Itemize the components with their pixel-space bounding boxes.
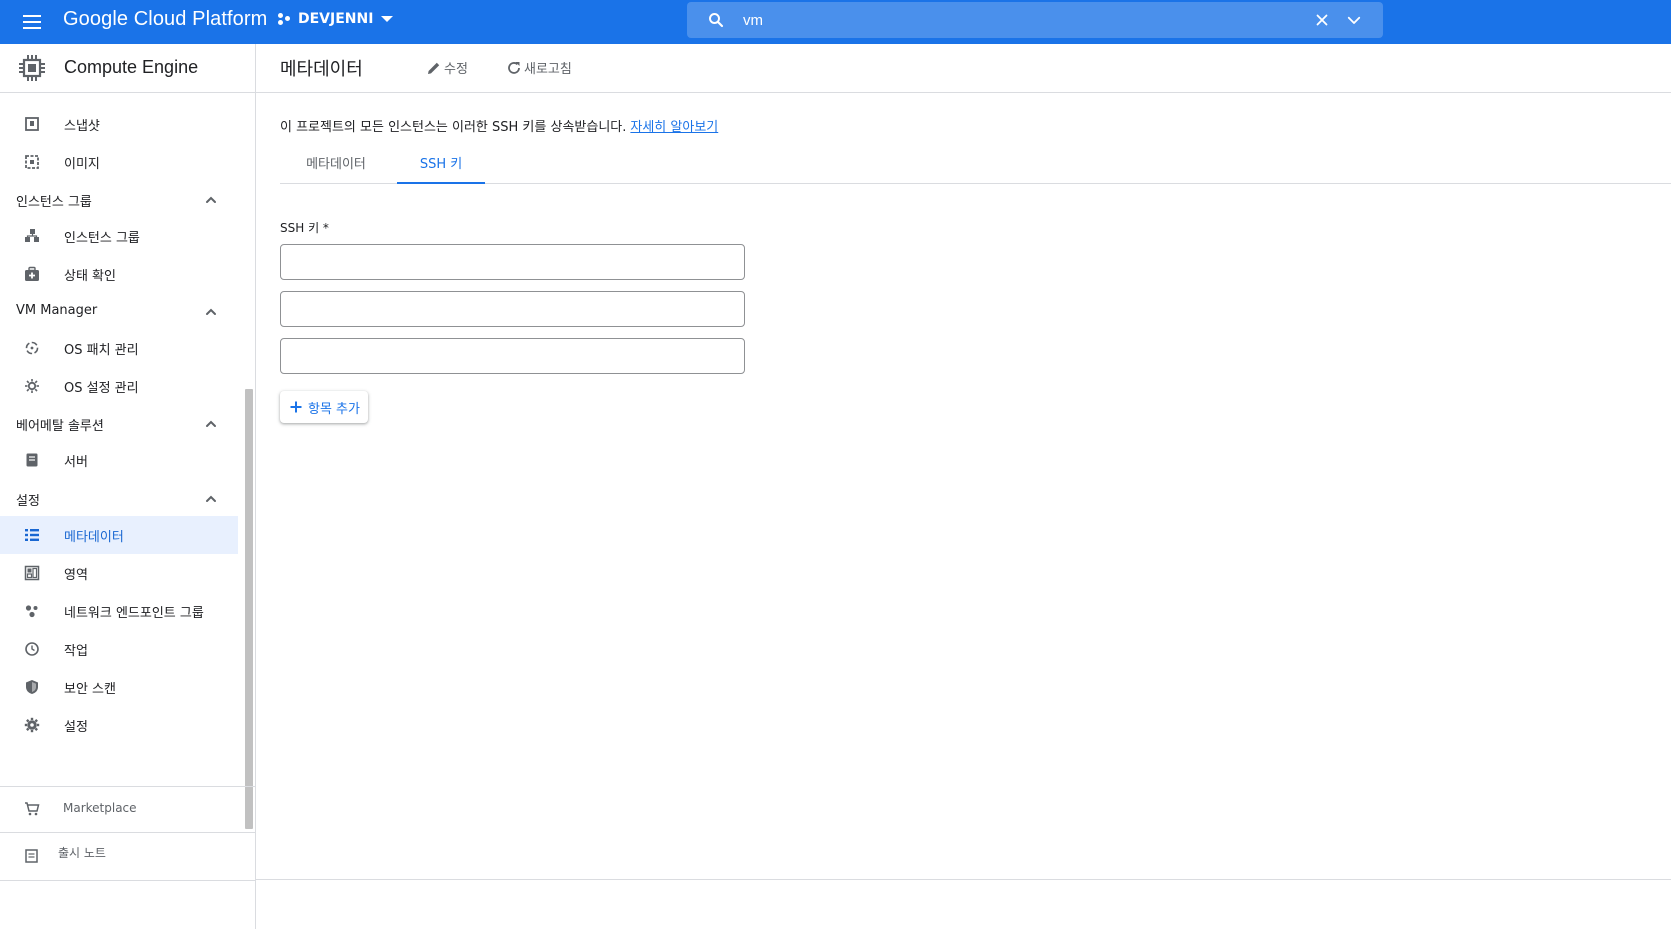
top-app-bar: Google Cloud Platform DEVJENNI (0, 0, 1671, 44)
clock-icon (25, 642, 39, 656)
divider (0, 832, 256, 833)
snapshot-icon (25, 117, 39, 131)
compute-engine-icon (19, 55, 45, 81)
sidebar-item-settings[interactable]: 설정 (0, 706, 238, 744)
search-icon (709, 13, 724, 28)
release-notes-label: 출시 노트 (58, 846, 106, 860)
os-config-icon (25, 379, 39, 393)
sidebar-item-snapshots[interactable]: 스냅샷 (0, 105, 238, 143)
main-content: 메타데이터 수정 새로고침 이 프로젝트의 모든 인스턴스는 이러한 SSH 키… (256, 44, 1671, 929)
clear-icon[interactable] (1313, 11, 1331, 29)
refresh-button[interactable]: 새로고침 (506, 58, 572, 77)
chevron-down-icon[interactable] (1345, 11, 1363, 29)
group-header-vm-manager[interactable]: VM Manager (0, 293, 238, 329)
chevron-up-icon (206, 196, 216, 203)
add-item-label: 항목 추가 (308, 401, 360, 417)
release-notes-link[interactable]: 출시 노트 (0, 834, 256, 878)
project-selector[interactable]: DEVJENNI (278, 11, 394, 27)
marketplace-label: Marketplace (63, 801, 137, 815)
plus-icon (290, 401, 302, 413)
ssh-key-input-3[interactable] (280, 338, 745, 374)
chevron-up-icon (206, 420, 216, 427)
network-endpoint-icon (25, 605, 38, 618)
sidebar-item-label: 서버 (64, 455, 88, 470)
search-input[interactable] (743, 8, 1263, 32)
zones-icon (24, 565, 40, 581)
metadata-icon (25, 529, 39, 541)
sidebar-item-zones[interactable]: 영역 (0, 554, 238, 592)
release-notes-icon (25, 849, 38, 863)
sidebar-item-label: 보안 스캔 (64, 682, 116, 697)
sidebar-item-security-scan[interactable]: 보안 스캔 (0, 668, 238, 706)
sidebar-item-label: 설정 (64, 720, 88, 735)
sidebar-item-metadata[interactable]: 메타데이터 (0, 516, 238, 554)
sidebar-item-label: 상태 확인 (64, 269, 116, 284)
sidebar-item-images[interactable]: 이미지 (0, 143, 238, 181)
project-name: DEVJENNI (298, 11, 374, 27)
brand-logo[interactable]: Google Cloud Platform (63, 8, 267, 31)
project-dots-icon (278, 12, 292, 26)
group-label: VM Manager (16, 303, 98, 318)
image-icon (25, 155, 39, 169)
learn-more-link[interactable]: 자세히 알아보기 (630, 120, 718, 135)
page-title: 메타데이터 (280, 59, 363, 80)
ssh-key-input-1[interactable] (280, 244, 745, 280)
divider (0, 880, 256, 881)
sidebar-item-label: 인스턴스 그룹 (64, 231, 140, 246)
sidebar-item-label: 작업 (64, 644, 88, 659)
sidebar-item-server[interactable]: 서버 (0, 441, 238, 479)
sidebar-item-os-config[interactable]: OS 설정 관리 (0, 367, 238, 405)
sidebar-item-health-checks[interactable]: 상태 확인 (0, 255, 238, 293)
tab-bar: 메타데이터 SSH 키 (280, 148, 1671, 184)
server-icon (26, 453, 38, 467)
sidebar-item-label: 스냅샷 (64, 119, 100, 134)
group-label: 인스턴스 그룹 (16, 195, 92, 210)
os-patch-icon (25, 341, 39, 355)
edit-button[interactable]: 수정 (426, 58, 468, 77)
gear-icon (24, 717, 40, 733)
caret-down-icon (381, 16, 394, 22)
sidebar-item-label: 이미지 (64, 157, 100, 172)
tab-ssh-keys[interactable]: SSH 키 (397, 148, 485, 184)
sidebar: Compute Engine 스냅샷 이미지 인스턴스 그룹 인스턴스 그룹 상… (0, 44, 256, 929)
chevron-up-icon (206, 495, 216, 502)
page-header: 메타데이터 수정 새로고침 (256, 44, 1671, 93)
sidebar-item-label: 네트워크 엔드포인트 그룹 (64, 606, 204, 621)
group-label: 설정 (16, 494, 40, 509)
sidebar-item-label: OS 설정 관리 (64, 381, 139, 396)
group-header-settings[interactable]: 설정 (0, 480, 238, 516)
product-header[interactable]: Compute Engine (0, 44, 256, 93)
search-bar[interactable] (687, 2, 1383, 38)
sidebar-item-label: 영역 (64, 568, 88, 583)
sidebar-item-network-endpoint-groups[interactable]: 네트워크 엔드포인트 그룹 (0, 592, 238, 630)
product-name: Compute Engine (64, 57, 199, 77)
refresh-icon (508, 61, 520, 74)
instance-groups-icon (25, 229, 39, 242)
group-header-instance-groups[interactable]: 인스턴스 그룹 (0, 181, 238, 217)
cart-icon (25, 802, 40, 816)
sidebar-item-label: 메타데이터 (64, 530, 124, 545)
info-message: 이 프로젝트의 모든 인스턴스는 이러한 SSH 키를 상속받습니다. (280, 120, 627, 135)
add-item-button[interactable]: 항목 추가 (280, 391, 368, 423)
edit-label: 수정 (444, 62, 468, 77)
health-check-icon (25, 266, 39, 281)
sidebar-item-operations[interactable]: 작업 (0, 630, 238, 668)
refresh-label: 새로고침 (524, 62, 572, 77)
chevron-up-icon (206, 308, 216, 315)
sidebar-item-os-patch[interactable]: OS 패치 관리 (0, 329, 238, 367)
group-label: 베어메탈 솔루션 (16, 419, 104, 434)
menu-icon[interactable] (20, 10, 44, 34)
pencil-icon (428, 62, 440, 74)
shield-icon (26, 680, 38, 694)
ssh-key-label: SSH 키 * (280, 221, 329, 235)
sidebar-item-label: OS 패치 관리 (64, 343, 139, 358)
info-text: 이 프로젝트의 모든 인스턴스는 이러한 SSH 키를 상속받습니다. 자세히 알… (280, 116, 718, 135)
sidebar-item-instance-groups[interactable]: 인스턴스 그룹 (0, 217, 238, 255)
tab-metadata[interactable]: 메타데이터 (280, 148, 392, 184)
ssh-key-input-2[interactable] (280, 291, 745, 327)
divider (256, 879, 1671, 880)
marketplace-link[interactable]: Marketplace (0, 787, 256, 831)
group-header-bare-metal[interactable]: 베어메탈 솔루션 (0, 405, 238, 441)
sidebar-scrollbar[interactable] (245, 389, 253, 829)
